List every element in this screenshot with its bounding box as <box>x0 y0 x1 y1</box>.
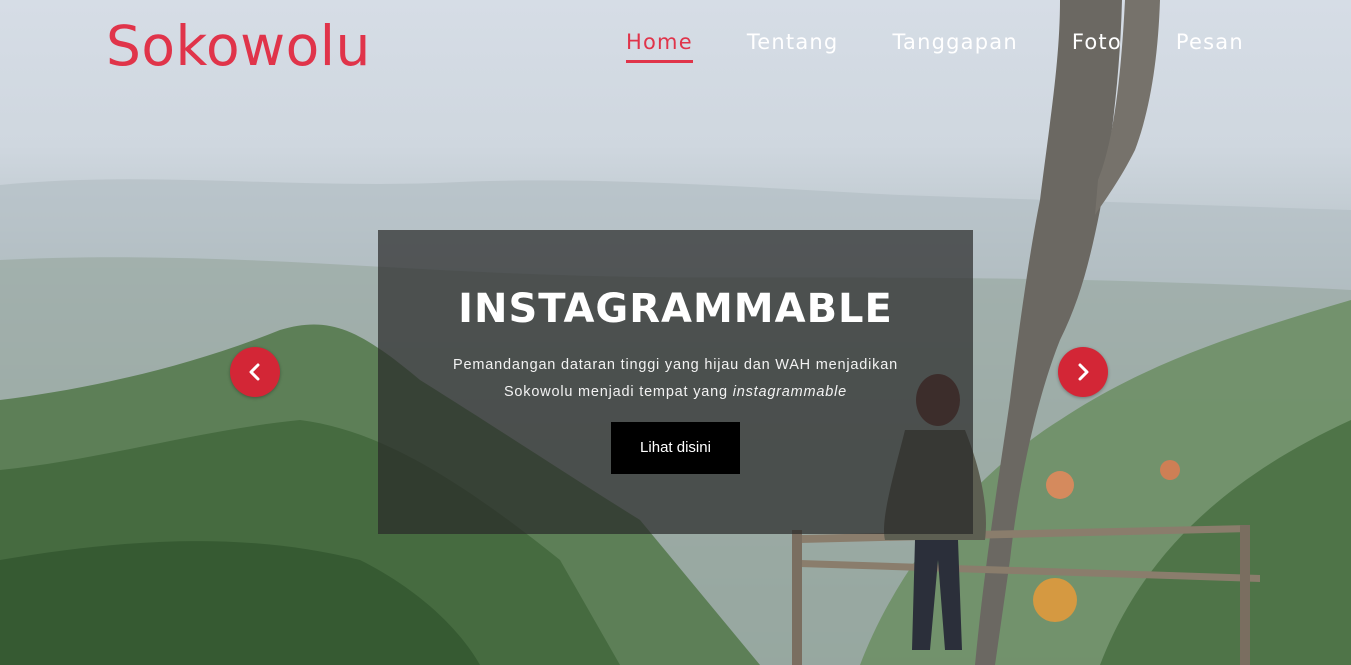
nav-item-home[interactable]: Home <box>626 30 693 63</box>
chevron-right-icon <box>1078 363 1089 381</box>
slide-description-line2: Sokowolu menjadi tempat yang <box>503 384 728 400</box>
slide-title: INSTAGRAMMABLE <box>458 286 893 332</box>
nav-item-foto[interactable]: Foto <box>1072 30 1122 63</box>
slide-description-emphasis: instagrammable <box>732 384 848 400</box>
carousel-prev-button[interactable] <box>230 347 280 397</box>
main-nav: Home Tentang Tanggapan Foto Pesan <box>626 30 1244 63</box>
lihat-disini-button[interactable]: Lihat disini <box>611 422 740 474</box>
site-logo[interactable]: Sokowolu <box>106 14 371 78</box>
slide-caption: INSTAGRAMMABLE Pemandangan dataran tingg… <box>378 230 973 534</box>
nav-item-tentang[interactable]: Tentang <box>747 30 839 63</box>
slide-description-line1: Pemandangan dataran tinggi yang hijau da… <box>453 357 898 373</box>
nav-item-tanggapan[interactable]: Tanggapan <box>892 30 1017 63</box>
slide-description: Pemandangan dataran tinggi yang hijau da… <box>378 352 973 406</box>
carousel-next-button[interactable] <box>1058 347 1108 397</box>
chevron-left-icon <box>249 363 260 381</box>
nav-item-pesan[interactable]: Pesan <box>1176 30 1244 63</box>
